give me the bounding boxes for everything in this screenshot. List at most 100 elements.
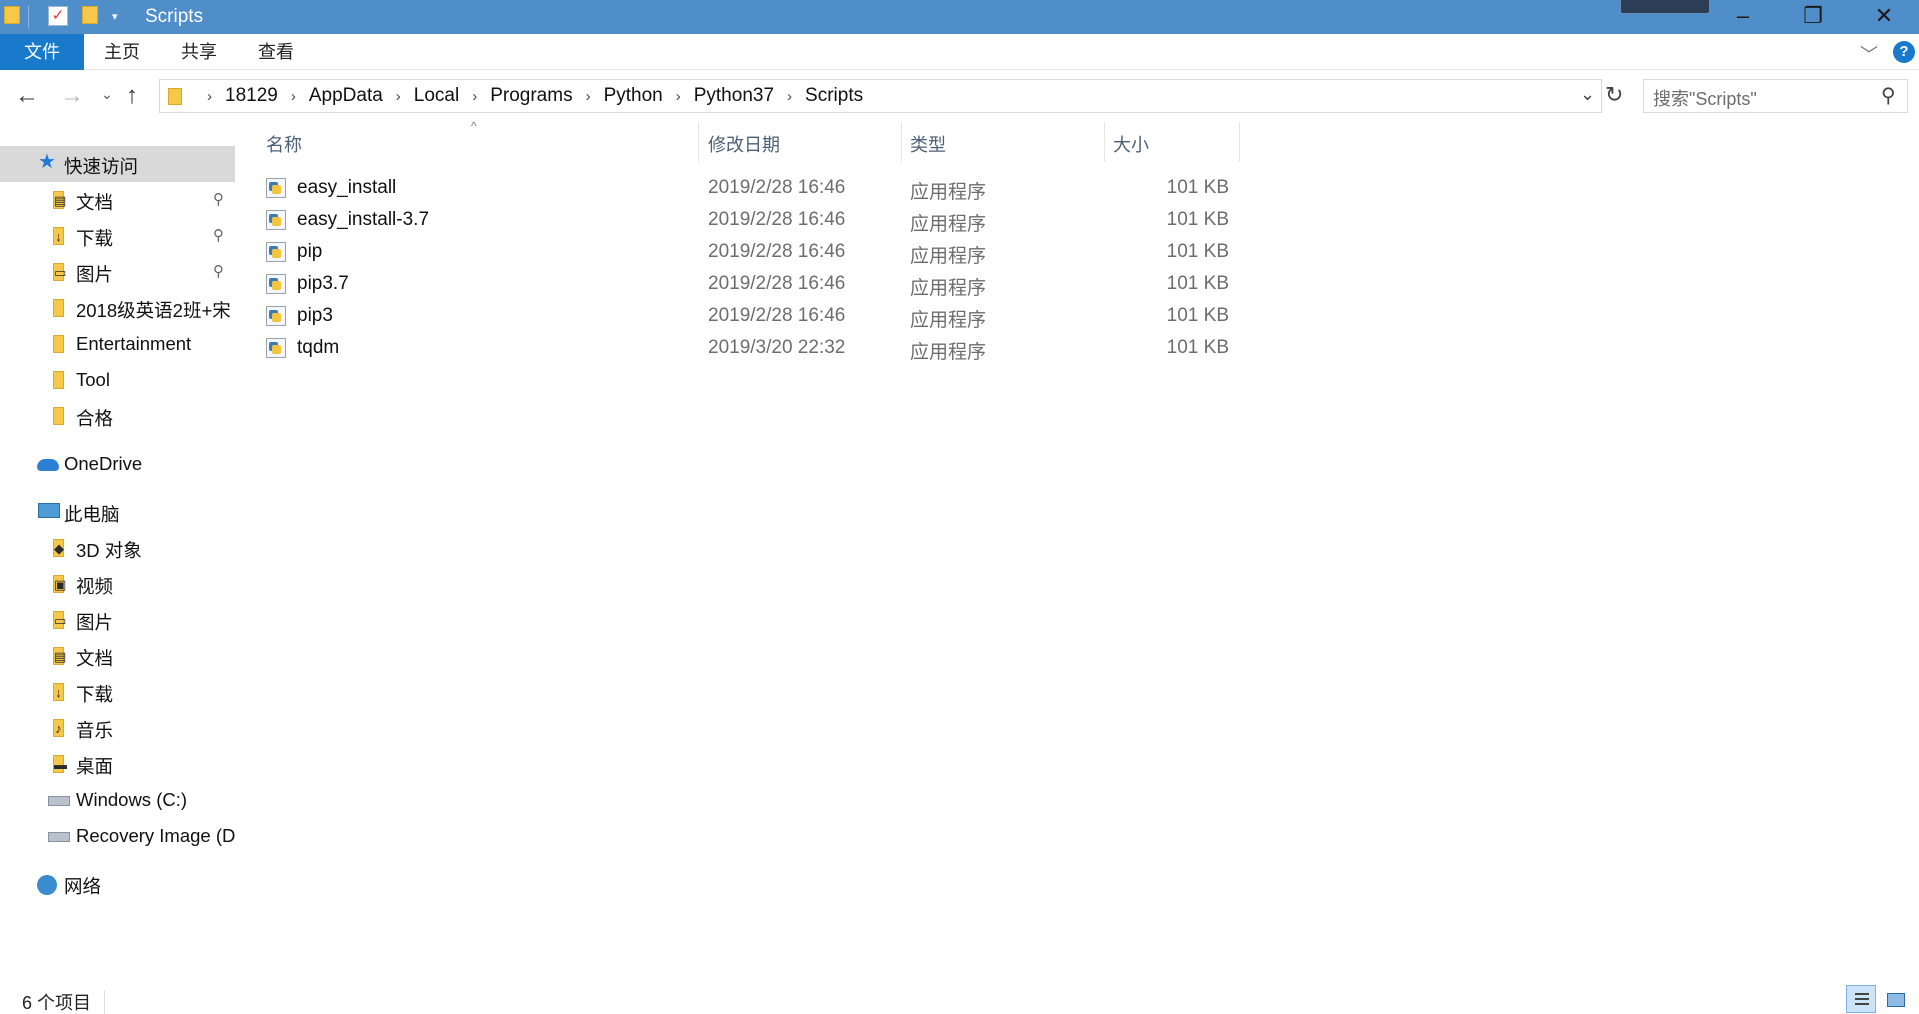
onedrive-cloud-icon: [37, 459, 59, 471]
table-row[interactable]: easy_install 2019/2/28 16:46 应用程序 101 KB: [262, 172, 1237, 204]
up-arrow-icon[interactable]: ↑: [126, 82, 138, 110]
nav-quick-entertainment[interactable]: Entertainment: [0, 326, 235, 362]
nav-pc-music[interactable]: ♪ 音乐: [0, 710, 235, 746]
pin-icon[interactable]: ⚲: [213, 190, 224, 208]
nav-label: Recovery Image (D: [76, 825, 235, 846]
table-row[interactable]: easy_install-3.7 2019/2/28 16:46 应用程序 10…: [262, 204, 1237, 236]
nav-pc-downloads[interactable]: ↓ 下载: [0, 674, 235, 710]
column-label: 类型: [910, 135, 946, 155]
nav-pc-documents[interactable]: ▤ 文档: [0, 638, 235, 674]
restore-button[interactable]: ❐: [1778, 0, 1848, 34]
nav-label: 音乐: [76, 720, 114, 741]
search-icon[interactable]: ⚲: [1881, 83, 1896, 108]
nav-label: 网络: [64, 876, 102, 897]
large-icons-view-icon[interactable]: [1880, 985, 1910, 1013]
file-date: 2019/2/28 16:46: [708, 177, 846, 198]
table-row[interactable]: pip 2019/2/28 16:46 应用程序 101 KB: [262, 236, 1237, 268]
file-name: easy_install: [297, 177, 397, 198]
search-box[interactable]: 搜索"Scripts" ⚲: [1643, 79, 1908, 113]
nav-onedrive[interactable]: OneDrive: [0, 446, 235, 482]
status-divider: [104, 990, 105, 1014]
nav-network[interactable]: 网络: [0, 866, 235, 902]
nav-pc-recovery-d[interactable]: Recovery Image (D: [0, 818, 235, 854]
back-arrow-icon[interactable]: ←: [15, 82, 39, 110]
python-exe-icon: [266, 274, 286, 294]
folder-icon: [53, 335, 64, 353]
tab-file[interactable]: 文件: [0, 34, 84, 70]
nav-this-pc[interactable]: 此电脑: [0, 494, 235, 530]
nav-label: Windows (C:): [76, 789, 188, 810]
breadcrumb-separator[interactable]: ›: [291, 88, 296, 105]
breadcrumb-separator[interactable]: ›: [676, 88, 681, 105]
table-row[interactable]: tqdm 2019/3/20 22:32 应用程序 101 KB: [262, 332, 1237, 364]
search-placeholder[interactable]: 搜索"Scripts": [1653, 85, 1757, 111]
python-exe-icon: [266, 210, 286, 230]
file-type: 应用程序: [910, 278, 987, 299]
pictures-folder-icon: ▭: [53, 263, 67, 281]
close-button[interactable]: ✕: [1849, 0, 1919, 34]
pin-icon[interactable]: ⚲: [213, 262, 224, 280]
nav-label: 3D 对象: [76, 540, 142, 561]
column-header-name[interactable]: 名称: [262, 122, 697, 160]
table-row[interactable]: pip3.7 2019/2/28 16:46 应用程序 101 KB: [262, 268, 1237, 300]
refresh-icon[interactable]: ↻: [1605, 82, 1623, 108]
address-bar[interactable]: › 18129 › AppData › Local › Programs › P…: [159, 79, 1602, 113]
breadcrumb-python37[interactable]: Python37: [694, 85, 774, 107]
address-history-chevron-icon[interactable]: ⌄: [1580, 84, 1595, 105]
table-row[interactable]: pip3 2019/2/28 16:46 应用程序 101 KB: [262, 300, 1237, 332]
computer-icon: [38, 503, 60, 518]
customize-toolbar-chevron-icon[interactable]: ▾: [112, 10, 118, 23]
forward-arrow-icon[interactable]: →: [60, 82, 84, 110]
drive-icon: [48, 832, 70, 842]
breadcrumb-separator[interactable]: ›: [396, 88, 401, 105]
nav-quick-downloads[interactable]: ↓ 下载 ⚲: [0, 218, 235, 254]
file-date: 2019/2/28 16:46: [708, 273, 846, 294]
nav-quick-access[interactable]: ★ 快速访问: [0, 146, 235, 182]
expand-ribbon-chevron-icon[interactable]: ﹀: [1860, 41, 1878, 67]
breadcrumb-local[interactable]: Local: [414, 85, 459, 107]
breadcrumb-separator[interactable]: ›: [207, 88, 212, 105]
nav-quick-documents[interactable]: ▤ 文档 ⚲: [0, 182, 235, 218]
explorer-window: ✓ ▾ Scripts – ❐ ✕ 文件 主页 共享 查看 ﹀ ? ← → ⌄ …: [0, 0, 1919, 1014]
nav-pc-pictures[interactable]: ▭ 图片: [0, 602, 235, 638]
downloads-folder-icon: ↓: [53, 227, 64, 245]
tab-share[interactable]: 共享: [167, 34, 231, 70]
column-header-size[interactable]: 大小: [1106, 122, 1238, 160]
nav-pc-desktop[interactable]: ▬ 桌面: [0, 746, 235, 782]
column-divider[interactable]: [698, 122, 699, 162]
breadcrumb-appdata[interactable]: AppData: [309, 85, 383, 107]
column-header-date[interactable]: 修改日期: [700, 122, 900, 160]
column-divider[interactable]: [1104, 122, 1105, 162]
properties-check-icon[interactable]: ✓: [48, 6, 68, 26]
nav-label: 下载: [76, 228, 114, 249]
breadcrumb-separator[interactable]: ›: [472, 88, 477, 105]
breadcrumb-python[interactable]: Python: [604, 85, 663, 107]
new-folder-icon[interactable]: [82, 6, 98, 24]
nav-label: 图片: [76, 264, 114, 285]
details-view-icon[interactable]: [1846, 985, 1876, 1013]
nav-label: 合格: [76, 408, 114, 429]
breadcrumb-separator[interactable]: ›: [787, 88, 792, 105]
recent-locations-chevron-icon[interactable]: ⌄: [101, 86, 113, 103]
breadcrumb: › 18129 › AppData › Local › Programs › P…: [194, 80, 863, 112]
nav-quick-pictures[interactable]: ▭ 图片 ⚲: [0, 254, 235, 290]
nav-quick-tool[interactable]: Tool: [0, 362, 235, 398]
nav-quick-english-class[interactable]: 2018级英语2班+宋: [0, 290, 235, 326]
minimize-button[interactable]: –: [1708, 0, 1778, 34]
column-header-type[interactable]: 类型: [903, 122, 1103, 160]
breadcrumb-separator[interactable]: ›: [586, 88, 591, 105]
breadcrumb-programs[interactable]: Programs: [490, 85, 572, 107]
breadcrumb-scripts[interactable]: Scripts: [805, 85, 863, 107]
column-divider[interactable]: [901, 122, 902, 162]
breadcrumb-18129[interactable]: 18129: [225, 85, 278, 107]
nav-quick-hege[interactable]: 合格: [0, 398, 235, 434]
help-icon[interactable]: ?: [1893, 41, 1915, 63]
column-divider[interactable]: [1239, 122, 1240, 162]
pin-icon[interactable]: ⚲: [213, 226, 224, 244]
tab-view[interactable]: 查看: [244, 34, 308, 70]
downloads-folder-icon: ↓: [53, 683, 64, 701]
nav-pc-videos[interactable]: ▣ 视频: [0, 566, 235, 602]
nav-pc-windows-c[interactable]: Windows (C:): [0, 782, 235, 818]
tab-home[interactable]: 主页: [90, 34, 154, 70]
nav-pc-3d-objects[interactable]: ◆ 3D 对象: [0, 530, 235, 566]
